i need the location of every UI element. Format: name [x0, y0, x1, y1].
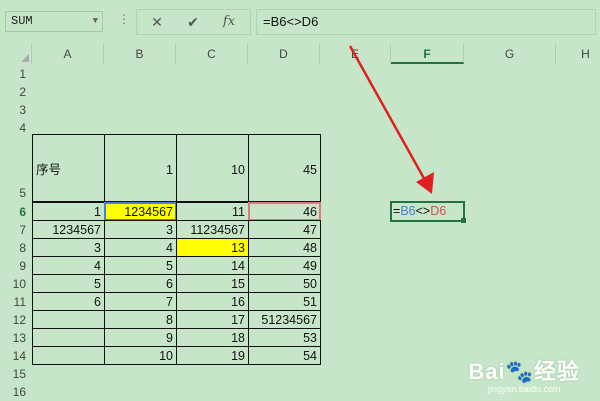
arrow-shaft: [348, 45, 428, 183]
watermark-logo: Bai🐾经验: [468, 359, 580, 384]
arrow-head: [416, 172, 434, 194]
baidu-jingyan-watermark: Bai🐾经验 jingyan.baidu.com: [468, 354, 580, 394]
annotation-arrow: [348, 45, 434, 194]
